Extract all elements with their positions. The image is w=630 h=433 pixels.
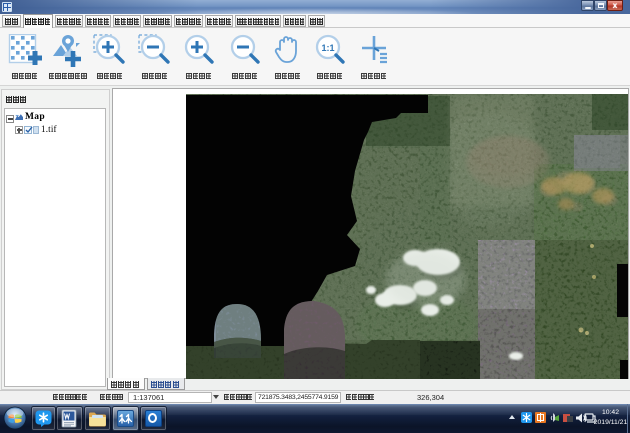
svg-text:1:1: 1:1 [321, 43, 334, 53]
